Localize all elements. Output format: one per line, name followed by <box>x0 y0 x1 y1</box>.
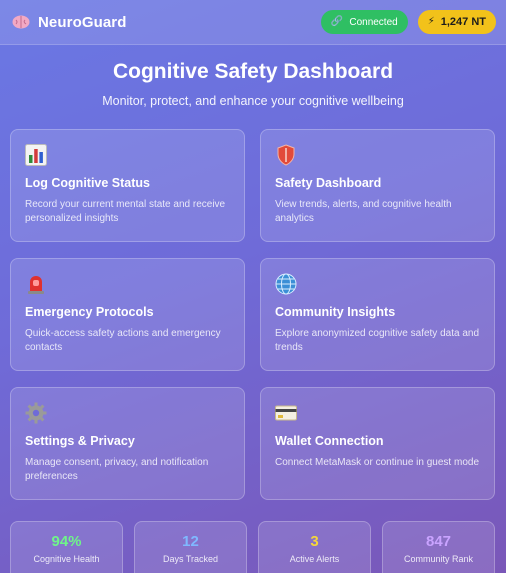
stat-value: 12 <box>182 533 199 550</box>
card-wallet-connection[interactable]: Wallet Connection Connect MetaMask or co… <box>260 387 495 500</box>
stat-cognitive-health: 94% Cognitive Health <box>10 521 123 573</box>
card-title: Safety Dashboard <box>275 176 382 190</box>
shield-icon <box>277 144 295 166</box>
card-title: Log Cognitive Status <box>25 176 150 190</box>
stat-value: 94% <box>51 533 82 550</box>
card-settings-privacy[interactable]: Settings & Privacy Manage consent, priva… <box>10 387 245 500</box>
connection-status-label: Connected <box>349 16 398 28</box>
stat-label: Community Rank <box>403 554 474 564</box>
page-subtitle: Monitor, protect, and enhance your cogni… <box>102 94 404 108</box>
link-icon: 🔗 <box>330 16 344 27</box>
stat-label: Days Tracked <box>162 554 219 564</box>
card-title: Emergency Protocols <box>25 305 154 319</box>
card-emergency-protocols[interactable]: Emergency Protocols Quick-access safety … <box>10 258 245 371</box>
card-description: Explore anonymized cognitive safety data… <box>275 328 480 353</box>
card-description: Connect MetaMask or continue in guest mo… <box>275 457 479 468</box>
card-title: Settings & Privacy <box>25 434 135 448</box>
card-description: View trends, alerts, and cognitive healt… <box>275 199 452 224</box>
page-title: Cognitive Safety Dashboard <box>112 60 394 83</box>
connection-status-button[interactable]: 🔗 Connected <box>320 10 408 34</box>
brand-name: NeuroGuard <box>38 13 127 31</box>
token-balance: 1,247 NT <box>440 16 486 28</box>
card-description: Quick-access safety actions and emergenc… <box>25 328 221 353</box>
bar-chart-icon <box>25 144 47 166</box>
lightning-icon: ⚡ <box>427 16 435 27</box>
stat-label: Active Alerts <box>289 554 340 564</box>
card-title: Wallet Connection <box>275 434 384 448</box>
card-log-cognitive-status[interactable]: Log Cognitive Status Record your current… <box>10 129 245 242</box>
stat-community-rank: 847 Community Rank <box>382 521 495 573</box>
stat-days-tracked: 12 Days Tracked <box>134 521 247 573</box>
token-balance-button[interactable]: ⚡ 1,247 NT <box>417 10 496 34</box>
card-description: Manage consent, privacy, and notificatio… <box>25 457 209 482</box>
card-title: Community Insights <box>275 305 396 319</box>
stat-value: 3 <box>310 533 319 550</box>
siren-icon <box>28 276 44 294</box>
card-description: Record your current mental state and rec… <box>25 199 226 224</box>
stat-value: 847 <box>425 533 452 550</box>
stat-label: Cognitive Health <box>33 554 100 564</box>
brain-icon <box>12 15 30 29</box>
card-community-insights[interactable]: Community Insights Explore anonymized co… <box>260 258 495 371</box>
gear-icon <box>25 402 47 424</box>
stat-active-alerts: 3 Active Alerts <box>258 521 371 573</box>
credit-card-icon <box>275 405 297 421</box>
globe-icon <box>275 273 297 295</box>
card-safety-dashboard[interactable]: Safety Dashboard View trends, alerts, an… <box>260 129 495 242</box>
top-nav: NeuroGuard 🔗 Connected ⚡ 1,247 NT <box>0 0 506 45</box>
brand[interactable]: NeuroGuard <box>12 14 127 31</box>
